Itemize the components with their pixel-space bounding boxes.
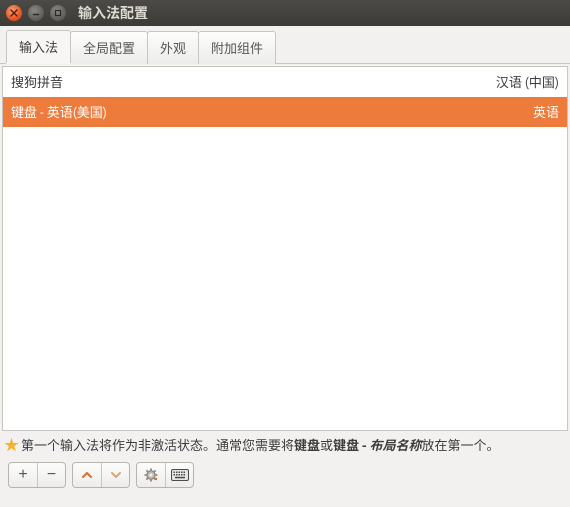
remove-button[interactable]: −: [37, 463, 65, 487]
hint-text: 第一个输入法将作为非激活状态。通常您需要将键盘或键盘 - 布局名称放在第一个。: [21, 435, 500, 454]
keyboard-icon: [171, 469, 189, 481]
list-item-name: 键盘 - 英语(美国): [11, 102, 107, 121]
gear-icon: [143, 467, 159, 483]
toolbar: + −: [0, 458, 570, 494]
window-minimize-button[interactable]: [28, 5, 44, 21]
tab-input-method[interactable]: 输入法: [6, 30, 71, 63]
star-icon: ★: [4, 437, 19, 452]
tab-label: 外观: [160, 42, 186, 56]
keyboard-button[interactable]: [165, 463, 193, 487]
chevron-up-icon: [80, 468, 94, 482]
tabbar: 输入法 全局配置 外观 附加组件: [0, 26, 570, 64]
tab-label: 全局配置: [83, 42, 135, 56]
plus-icon: +: [18, 466, 27, 484]
minus-icon: −: [47, 466, 56, 484]
tab-label: 输入法: [19, 41, 58, 55]
input-method-list[interactable]: 搜狗拼音 汉语 (中国) 键盘 - 英语(美国) 英语: [2, 66, 568, 431]
move-down-button[interactable]: [101, 463, 129, 487]
list-item-lang: 汉语 (中国): [496, 72, 559, 91]
window-close-button[interactable]: [6, 5, 22, 21]
list-item[interactable]: 搜狗拼音 汉语 (中国): [3, 67, 567, 97]
hint-bar: ★ 第一个输入法将作为非激活状态。通常您需要将键盘或键盘 - 布局名称放在第一个…: [0, 431, 570, 458]
window-maximize-button[interactable]: [50, 5, 66, 21]
list-item-lang: 英语: [533, 102, 559, 121]
list-item-name: 搜狗拼音: [11, 72, 63, 91]
move-up-button[interactable]: [73, 463, 101, 487]
list-item[interactable]: 键盘 - 英语(美国) 英语: [3, 97, 567, 127]
tab-addons[interactable]: 附加组件: [198, 31, 276, 64]
settings-button[interactable]: [137, 463, 165, 487]
add-button[interactable]: +: [9, 463, 37, 487]
tab-global-config[interactable]: 全局配置: [70, 31, 148, 64]
chevron-down-icon: [109, 468, 123, 482]
window-title: 输入法配置: [78, 3, 148, 23]
titlebar: 输入法配置: [0, 0, 570, 26]
tab-label: 附加组件: [211, 42, 263, 56]
tab-appearance[interactable]: 外观: [147, 31, 199, 64]
